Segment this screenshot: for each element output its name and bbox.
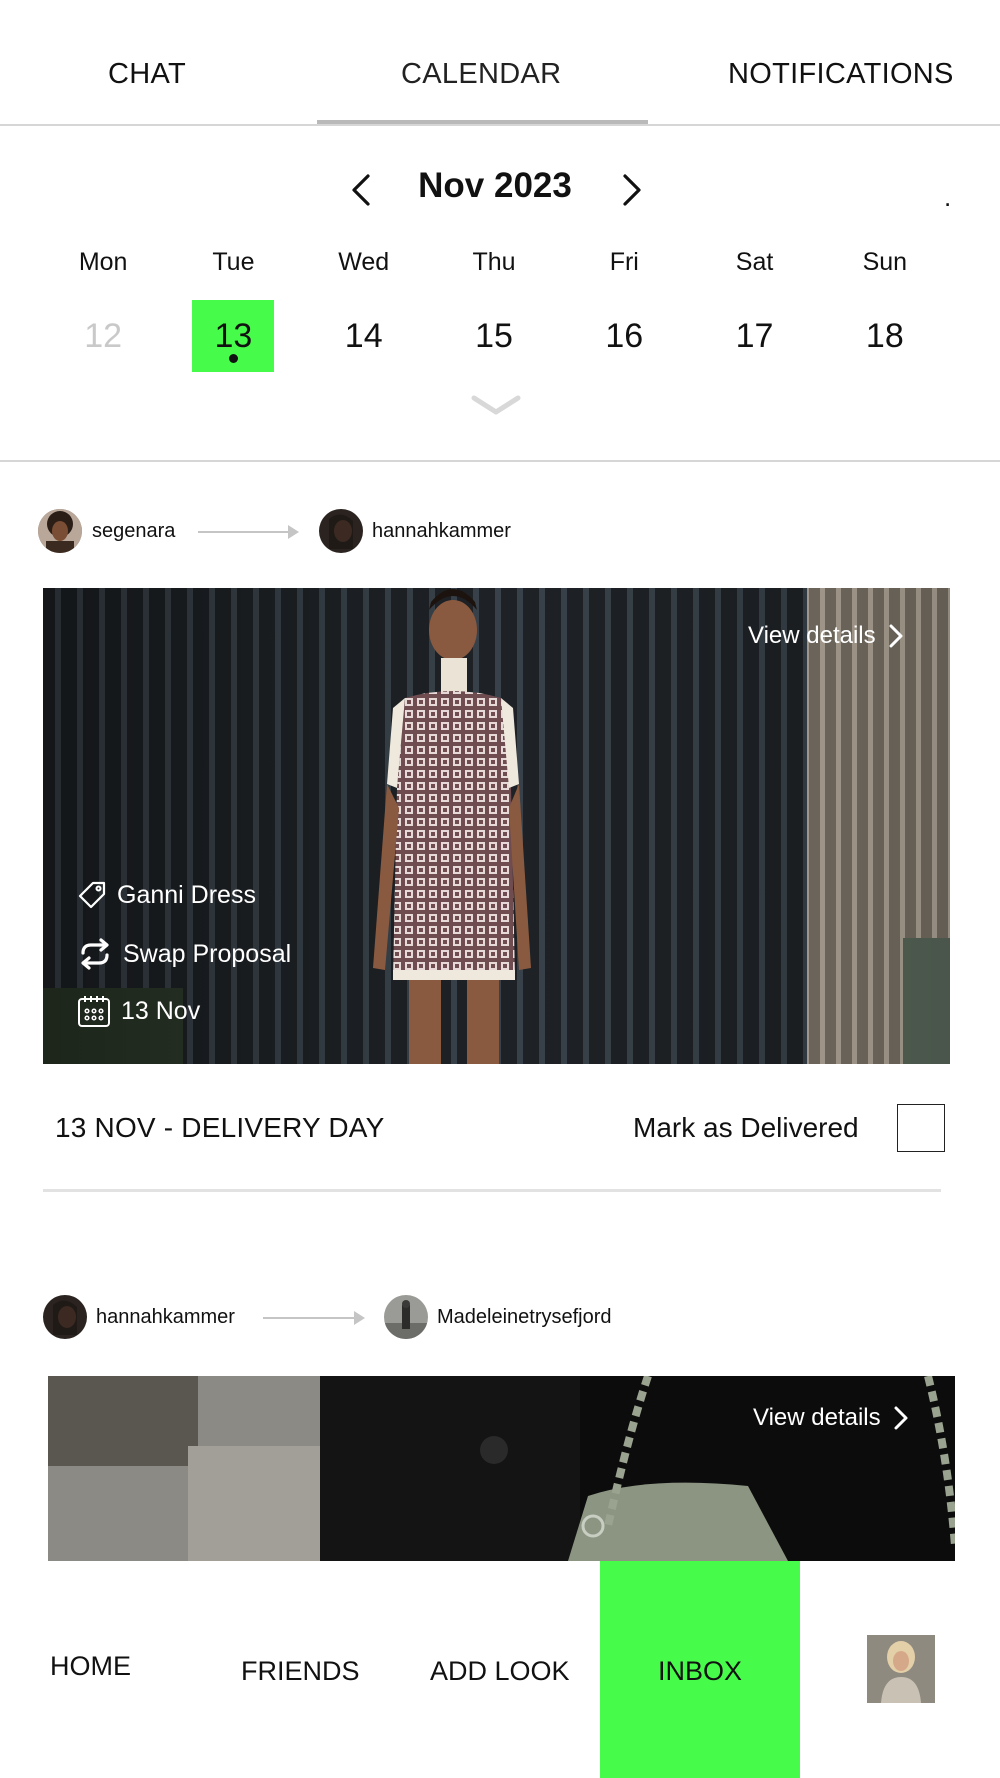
- swap-card[interactable]: View details Ganni Dress Swap Proposal 1…: [43, 588, 950, 1064]
- view-details-link[interactable]: View details: [753, 1404, 909, 1432]
- nav-inbox[interactable]: INBOX: [600, 1561, 800, 1778]
- month-title: Nov 2023: [418, 166, 572, 205]
- swap-divider: [43, 1189, 941, 1192]
- day-number: 12: [84, 317, 123, 355]
- tab-chat[interactable]: CHAT: [108, 58, 186, 91]
- month-header: Nov 2023 .: [0, 160, 1000, 224]
- day-number: 17: [735, 317, 774, 355]
- calendar-day-selected[interactable]: 13: [168, 300, 298, 372]
- recipient-username[interactable]: Madeleinetrysefjord: [437, 1306, 612, 1329]
- view-details-link[interactable]: View details: [748, 622, 904, 650]
- calendar-day[interactable]: 18: [820, 300, 950, 372]
- calendar-divider: [0, 460, 1000, 462]
- recipient-username[interactable]: hannahkammer: [372, 520, 511, 543]
- tab-notifications[interactable]: NOTIFICATIONS: [728, 58, 954, 91]
- weekday-label: Wed: [338, 248, 390, 276]
- mark-delivered-checkbox[interactable]: [897, 1104, 945, 1152]
- swap-date-row: 13 Nov: [77, 994, 200, 1028]
- day-number: 15: [475, 317, 513, 355]
- calendar-day[interactable]: 15: [429, 300, 559, 372]
- avatar[interactable]: [43, 1295, 87, 1339]
- item-name-row: Ganni Dress: [77, 880, 256, 910]
- arrow-line: [198, 531, 288, 533]
- view-details-label: View details: [748, 622, 876, 649]
- avatar[interactable]: [319, 509, 363, 553]
- chevron-right-icon: [889, 624, 903, 648]
- swap-date: 13 Nov: [121, 996, 201, 1025]
- view-details-label: View details: [753, 1404, 881, 1431]
- month-trailing-mark: .: [944, 182, 952, 212]
- nav-profile-avatar[interactable]: [867, 1635, 935, 1703]
- calendar-day[interactable]: 14: [299, 300, 429, 372]
- item-name: Ganni Dress: [117, 880, 256, 909]
- sender-username[interactable]: segenara: [92, 520, 175, 543]
- profile-photo: [867, 1635, 935, 1703]
- arrow-right-icon: [354, 1311, 365, 1325]
- avatar[interactable]: [38, 509, 82, 553]
- calendar-day[interactable]: 16: [559, 300, 689, 372]
- swap-users-row: segenara hannahkammer: [0, 509, 1000, 555]
- day-number: 18: [865, 317, 904, 355]
- weekday-label: Fri: [609, 248, 639, 276]
- calendar-day[interactable]: 12: [38, 300, 168, 372]
- nav-home[interactable]: HOME: [50, 1651, 131, 1682]
- chevron-right-icon: [894, 1406, 908, 1430]
- weekday-row: Mon Tue Wed Thu Fri Sat Sun: [38, 248, 950, 277]
- active-tab-indicator: [317, 120, 648, 124]
- avatar[interactable]: [384, 1295, 428, 1339]
- avatar-photo: [43, 1295, 87, 1339]
- nav-friends[interactable]: FRIENDS: [241, 1656, 360, 1687]
- weekday-label: Tue: [212, 248, 255, 276]
- weekday-label: Sun: [862, 248, 908, 276]
- weekday-label: Sat: [735, 248, 774, 276]
- day-number: 16: [605, 317, 644, 355]
- week-days: 12 13 14 15 16 17 18: [38, 300, 950, 372]
- calendar-day[interactable]: 17: [689, 300, 819, 372]
- swap-arrows-icon: [81, 938, 109, 970]
- weekday-label: Thu: [472, 248, 516, 276]
- item-photo: [43, 588, 950, 1064]
- nav-add-look[interactable]: ADD LOOK: [430, 1656, 570, 1687]
- avatar-photo: [319, 509, 363, 553]
- avatar-photo: [38, 509, 82, 553]
- chevron-right-icon[interactable]: [611, 168, 651, 212]
- calendar-icon: [78, 996, 110, 1027]
- top-tabs: CHAT CALENDAR NOTIFICATIONS: [0, 0, 1000, 126]
- sender-username[interactable]: hannahkammer: [96, 1306, 235, 1329]
- swap-users-row: hannahkammer Madeleinetrysefjord: [0, 1295, 1000, 1341]
- delivery-title: 13 NOV - DELIVERY DAY: [55, 1112, 385, 1143]
- swap-type: Swap Proposal: [123, 939, 292, 968]
- avatar-photo: [384, 1295, 428, 1339]
- day-number: 14: [344, 317, 383, 355]
- delivery-row: 13 NOV - DELIVERY DAY Mark as Delivered: [55, 1104, 945, 1156]
- mark-delivered-label: Mark as Delivered: [633, 1112, 859, 1143]
- weekday-label: Mon: [78, 248, 128, 276]
- arrow-right-icon: [288, 525, 299, 539]
- swap-type-row: Swap Proposal: [77, 938, 291, 970]
- bottom-nav: HOME FRIENDS ADD LOOK INBOX: [0, 1561, 1000, 1778]
- expand-calendar-chevron-icon[interactable]: [470, 392, 522, 418]
- arrow-line: [263, 1317, 354, 1319]
- tag-icon: [78, 881, 106, 909]
- tab-calendar[interactable]: CALENDAR: [401, 58, 561, 91]
- swap-card[interactable]: View details: [48, 1376, 955, 1561]
- nav-inbox-label: INBOX: [657, 1656, 743, 1686]
